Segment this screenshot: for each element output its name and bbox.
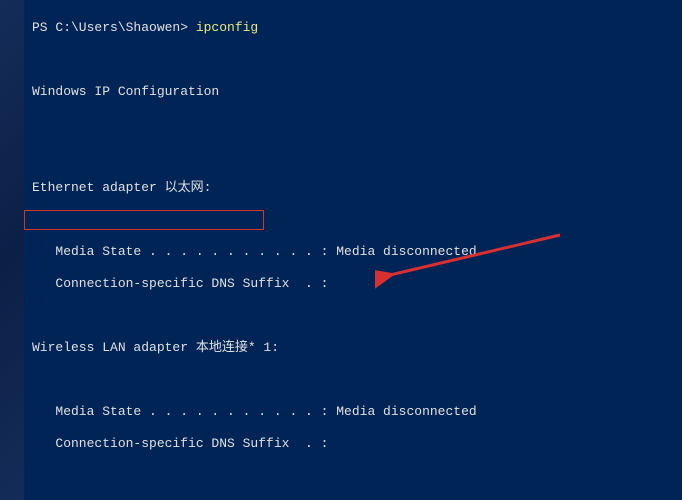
section-title: Wireless LAN adapter 本地连接* 1:: [32, 340, 674, 356]
output-line: Connection-specific DNS Suffix . :: [32, 276, 674, 292]
output-header: Windows IP Configuration: [32, 84, 674, 100]
section-title: Ethernet adapter 以太网:: [32, 180, 674, 196]
blank-line: [32, 308, 674, 324]
powershell-terminal[interactable]: PS C:\Users\Shaowen> ipconfig Windows IP…: [24, 0, 682, 500]
blank-line: [32, 116, 674, 132]
blank-line: [32, 468, 674, 484]
blank-line: [32, 372, 674, 388]
prompt-line: PS C:\Users\Shaowen> ipconfig: [32, 20, 674, 36]
output-line: Connection-specific DNS Suffix . :: [32, 436, 674, 452]
blank-line: [32, 212, 674, 228]
command-text: ipconfig: [196, 20, 258, 35]
prompt-prefix: PS C:\Users\Shaowen>: [32, 20, 196, 35]
output-line: Media State . . . . . . . . . . . : Medi…: [32, 404, 674, 420]
blank-line: [32, 52, 674, 68]
blank-line: [32, 148, 674, 164]
output-line: Media State . . . . . . . . . . . : Medi…: [32, 244, 674, 260]
